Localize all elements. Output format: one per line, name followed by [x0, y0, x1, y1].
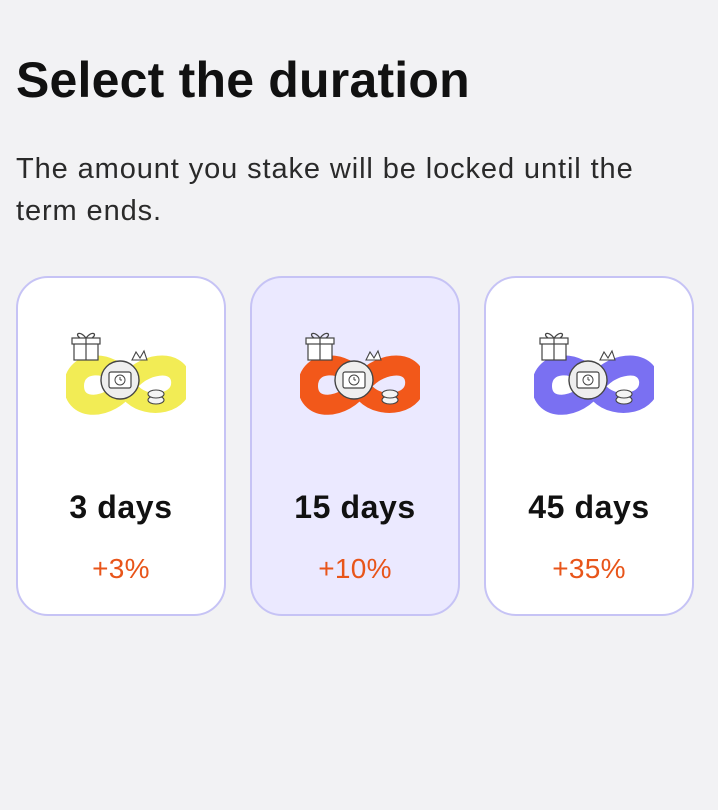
duration-rate-label: +10%: [318, 553, 392, 584]
staking-infinity-illustration-icon: [66, 332, 186, 415]
duration-option-3-days[interactable]: 3 days +3%: [16, 276, 226, 616]
page-subtitle: The amount you stake will be locked unti…: [16, 153, 634, 227]
duration-days-label: 45 days: [528, 489, 650, 525]
duration-options: 3 days +3% 15 days +10% 45 days +35%: [16, 276, 696, 618]
page-title: Select the duration: [16, 52, 470, 108]
duration-rate-label: +35%: [552, 553, 626, 584]
duration-rate-label: +3%: [92, 553, 150, 584]
staking-infinity-illustration-icon: [534, 332, 654, 415]
duration-option-15-days[interactable]: 15 days +10%: [250, 276, 460, 616]
duration-screen: Select the duration The amount you stake…: [0, 0, 718, 810]
duration-days-label: 3 days: [69, 489, 173, 525]
staking-infinity-illustration-icon: [300, 332, 420, 415]
duration-option-45-days[interactable]: 45 days +35%: [484, 276, 694, 616]
duration-days-label: 15 days: [294, 489, 416, 525]
